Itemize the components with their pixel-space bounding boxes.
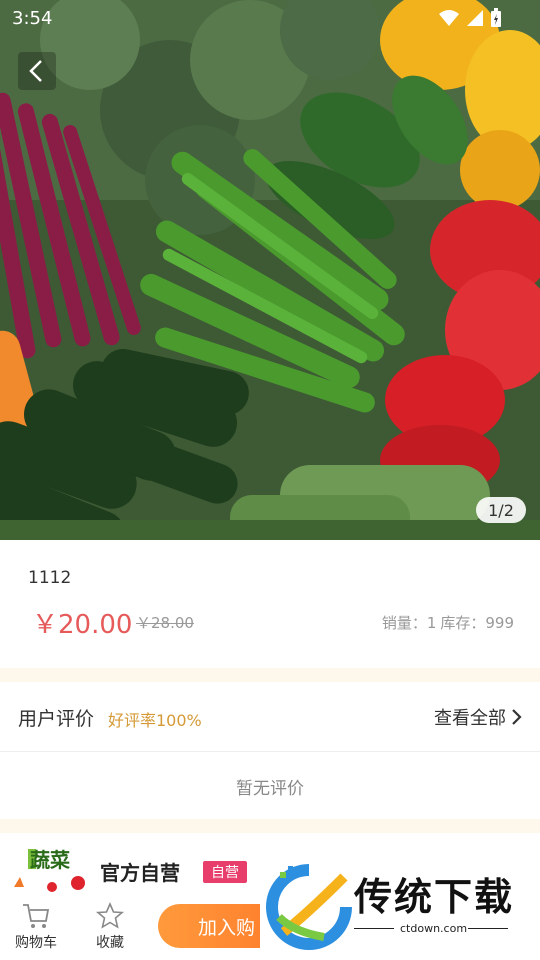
product-info: 1112 ￥20.00 ￥28.00 销量：1 库存：999 (0, 540, 540, 668)
star-icon (95, 902, 125, 929)
watermark-text: 传统下载 (354, 875, 515, 919)
cart-label: 购物车 (15, 935, 57, 951)
reviews-title: 用户评价 (18, 708, 95, 730)
chevron-right-icon (512, 709, 522, 725)
favorite-tab[interactable]: 收藏 (86, 902, 134, 952)
product-image[interactable] (0, 0, 540, 540)
self-operated-badge: 自营 (203, 861, 247, 883)
shop-logo-image: 蔬菜 (14, 848, 85, 892)
status-time: 3:54 (12, 8, 53, 29)
watermark-line-right (468, 928, 508, 929)
signal-icon (467, 10, 483, 26)
cart-tab[interactable]: 购物车 (12, 902, 60, 952)
watermark-url: ctdown.com (400, 922, 468, 935)
product-price: ￥20.00 (32, 610, 133, 640)
sales-count: 销量：1 (381, 614, 437, 632)
cart-icon (23, 904, 50, 928)
no-reviews-text: 暂无评价 (0, 753, 540, 819)
battery-icon (491, 8, 501, 27)
view-all-label: 查看全部 (434, 708, 506, 729)
section-divider (0, 668, 540, 682)
wifi-icon (439, 10, 459, 26)
view-all-reviews-link[interactable]: 查看全部 (434, 704, 522, 730)
sales-stock: 销量：1 库存：999 (382, 612, 514, 633)
watermark: 传统下载 ctdown.com (260, 852, 540, 960)
shop-name: 官方自营 (100, 861, 180, 885)
status-icons (438, 8, 502, 28)
watermark-line-left (354, 928, 394, 929)
reviews-header[interactable]: 用户评价 好评率100% 查看全部 (0, 682, 540, 752)
image-counter: 1/2 (476, 497, 526, 523)
status-bar: 3:54 (0, 0, 540, 36)
product-old-price: ￥28.00 (136, 614, 194, 632)
vegetables-photo (0, 0, 540, 540)
section-divider (0, 819, 540, 833)
chevron-left-icon (29, 60, 42, 82)
stock-count: 库存：999 (440, 614, 514, 632)
svg-text:蔬菜: 蔬菜 (30, 848, 70, 872)
favorite-label: 收藏 (96, 935, 124, 951)
good-rate: 好评率100% (108, 711, 202, 730)
back-button[interactable] (18, 52, 56, 90)
shop-logo: 蔬菜 (12, 847, 90, 893)
watermark-logo (266, 864, 352, 950)
product-name: 1112 (28, 568, 72, 588)
